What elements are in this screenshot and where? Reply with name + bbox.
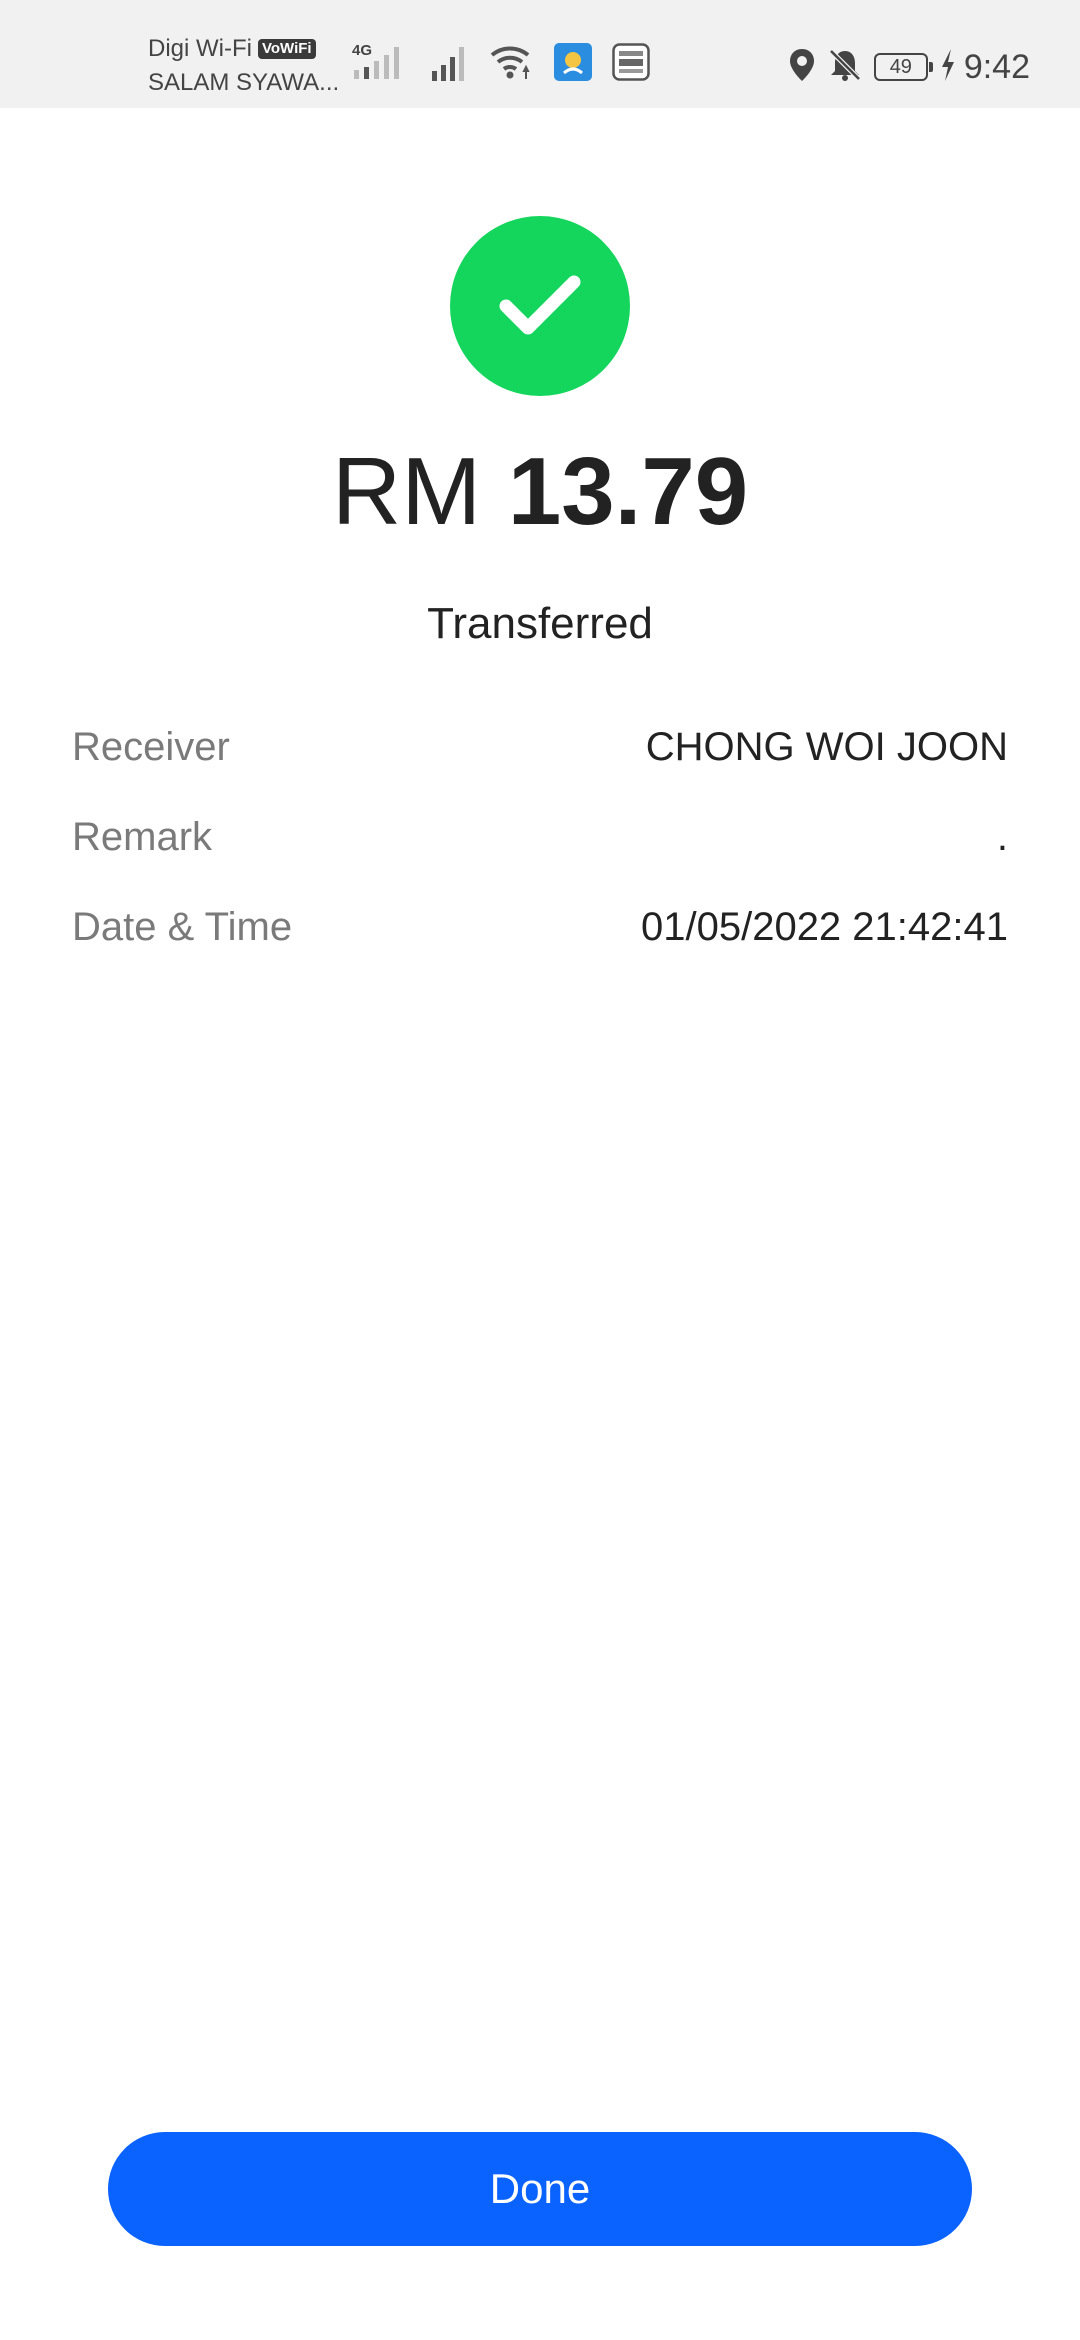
network-type-label: 4G [352,42,372,59]
done-button[interactable]: Done [108,2132,972,2246]
detail-row-date-time: Date & Time 01/05/2022 21:42:41 [72,882,1008,972]
status-time: 9:42 [963,47,1030,86]
location-icon [788,48,816,87]
transfer-details: Receiver CHONG WOI JOON Remark . Date & … [72,702,1008,972]
detail-row-receiver: Receiver CHONG WOI JOON [72,702,1008,792]
detail-label: Remark [72,814,213,859]
mute-bell-icon [828,48,862,87]
status-icons-right: 49 9:42 [788,44,1030,90]
transfer-status: Transferred [427,599,653,648]
carrier-name: Digi Wi-Fi [148,35,252,62]
detail-value: CHONG WOI JOON [645,724,1008,769]
detail-label: Date & Time [72,904,293,949]
signal-icon [430,41,470,86]
transfer-amount: RM 13.79 [0,432,1080,552]
detail-value: 01/05/2022 21:42:41 [640,904,1008,949]
amount-currency: RM [331,438,482,545]
signal-4g-icon: 4G [352,37,410,86]
amount-value: 13.79 [507,438,749,545]
detail-label: Receiver [72,724,230,769]
status-icons-left: 4G [352,40,650,86]
success-badge [450,216,630,396]
vowifi-badge: VoWiFi [257,39,316,59]
check-icon [499,275,581,335]
app-notification-icon [554,43,592,86]
wifi-icon [490,41,534,86]
battery-level: 49 [889,56,912,78]
status-bar: Digi Wi-Fi VoWiFi SALAM SYAWA... 4G 49 9… [0,0,1080,108]
detail-value: . [996,814,1008,859]
battery-icon: 49 [873,53,933,81]
detail-row-remark: Remark . [72,792,1008,882]
charging-icon [940,48,956,87]
carrier-line-1: Digi Wi-Fi VoWiFi [148,32,339,66]
carrier-line-2: SALAM SYAWA... [148,69,340,96]
tng-ewallet-icon [612,43,650,86]
carrier-info: Digi Wi-Fi VoWiFi SALAM SYAWA... [148,32,339,100]
